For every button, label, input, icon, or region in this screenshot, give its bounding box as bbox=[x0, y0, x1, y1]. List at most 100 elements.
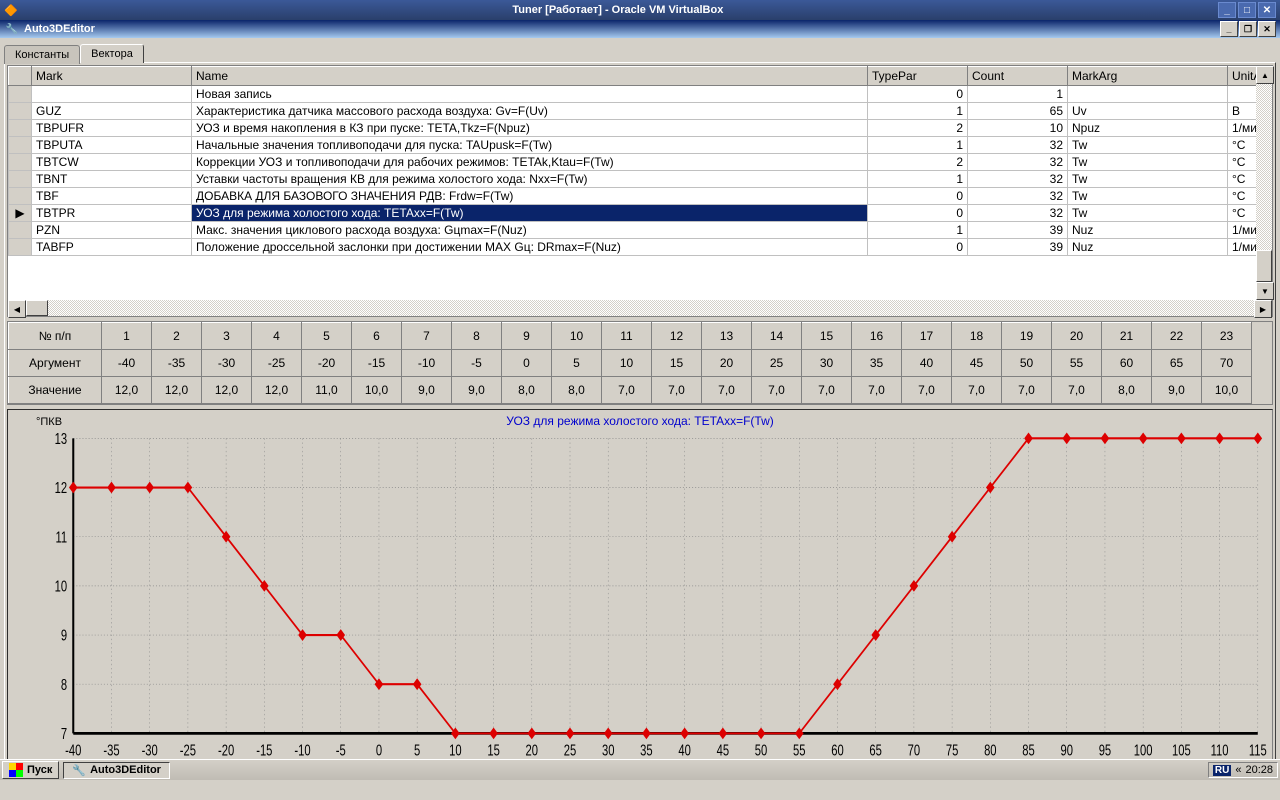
arg-cell-val[interactable]: 7,0 bbox=[952, 377, 1002, 404]
arg-cell-arg[interactable]: 65 bbox=[1152, 350, 1202, 377]
arg-cell-arg[interactable]: 45 bbox=[952, 350, 1002, 377]
arg-cell-val[interactable]: 10,0 bbox=[352, 377, 402, 404]
table-row[interactable]: PZN Макс. значения циклового расхода воз… bbox=[9, 222, 1272, 239]
arg-cell-arg[interactable]: 25 bbox=[752, 350, 802, 377]
arg-value-table[interactable]: № п/п12345678910111213141516171819202122… bbox=[7, 321, 1273, 405]
arg-cell-num[interactable]: 15 bbox=[802, 323, 852, 350]
arg-cell-num[interactable]: 23 bbox=[1202, 323, 1252, 350]
tab-vectors[interactable]: Вектора bbox=[80, 44, 144, 63]
col-name[interactable]: Name bbox=[192, 67, 868, 86]
arg-cell-num[interactable]: 11 bbox=[602, 323, 652, 350]
taskbar-app-button[interactable]: 🔧 Auto3DEditor bbox=[63, 762, 170, 779]
arg-cell-arg[interactable]: -40 bbox=[102, 350, 152, 377]
arg-cell-val[interactable]: 11,0 bbox=[302, 377, 352, 404]
table-row[interactable]: TBPUTA Начальные значения топливоподачи … bbox=[9, 137, 1272, 154]
arg-cell-arg[interactable]: 35 bbox=[852, 350, 902, 377]
arg-cell-val[interactable]: 7,0 bbox=[752, 377, 802, 404]
arg-cell-val[interactable]: 12,0 bbox=[102, 377, 152, 404]
vm-close-button[interactable]: ✕ bbox=[1258, 2, 1276, 18]
close-button[interactable]: ✕ bbox=[1258, 21, 1276, 37]
scroll-up-icon[interactable]: ▲ bbox=[1256, 66, 1274, 84]
system-tray[interactable]: RU « 20:28 bbox=[1208, 762, 1278, 778]
minimize-button[interactable]: _ bbox=[1220, 21, 1238, 37]
arg-cell-val[interactable]: 7,0 bbox=[702, 377, 752, 404]
arg-cell-num[interactable]: 18 bbox=[952, 323, 1002, 350]
arg-cell-num[interactable]: 16 bbox=[852, 323, 902, 350]
arg-cell-arg[interactable]: 70 bbox=[1202, 350, 1252, 377]
arg-cell-num[interactable]: 20 bbox=[1052, 323, 1102, 350]
col-mark[interactable]: Mark bbox=[32, 67, 192, 86]
arg-cell-arg[interactable]: 10 bbox=[602, 350, 652, 377]
maximize-button[interactable]: ❐ bbox=[1239, 21, 1257, 37]
grid[interactable]: Mark Name TypePar Count MarkArg UnitA Но… bbox=[7, 65, 1273, 317]
col-count[interactable]: Count bbox=[968, 67, 1068, 86]
vm-maximize-button[interactable]: □ bbox=[1238, 2, 1256, 18]
arg-cell-arg[interactable]: -25 bbox=[252, 350, 302, 377]
arg-cell-num[interactable]: 2 bbox=[152, 323, 202, 350]
arg-cell-arg[interactable]: 0 bbox=[502, 350, 552, 377]
arg-cell-num[interactable]: 8 bbox=[452, 323, 502, 350]
table-row[interactable]: Новая запись 0 1 bbox=[9, 86, 1272, 103]
arg-cell-val[interactable]: 10,0 bbox=[1202, 377, 1252, 404]
arg-cell-num[interactable]: 13 bbox=[702, 323, 752, 350]
vm-minimize-button[interactable]: _ bbox=[1218, 2, 1236, 18]
scroll-right-icon[interactable]: ▶ bbox=[1254, 300, 1272, 318]
arg-cell-arg[interactable]: -20 bbox=[302, 350, 352, 377]
arg-cell-arg[interactable]: 20 bbox=[702, 350, 752, 377]
table-row[interactable]: TABFP Положение дроссельной заслонки при… bbox=[9, 239, 1272, 256]
arg-cell-arg[interactable]: 5 bbox=[552, 350, 602, 377]
table-row[interactable]: ▶ TBTPR УОЗ для режима холостого хода: T… bbox=[9, 205, 1272, 222]
table-row[interactable]: TBTCW Коррекции УОЗ и топливоподачи для … bbox=[9, 154, 1272, 171]
arg-cell-arg[interactable]: 30 bbox=[802, 350, 852, 377]
arg-cell-num[interactable]: 7 bbox=[402, 323, 452, 350]
tab-constants[interactable]: Константы bbox=[4, 45, 80, 64]
arg-cell-val[interactable]: 8,0 bbox=[1102, 377, 1152, 404]
arg-cell-val[interactable]: 8,0 bbox=[502, 377, 552, 404]
arg-cell-val[interactable]: 7,0 bbox=[802, 377, 852, 404]
scroll-down-icon[interactable]: ▼ bbox=[1256, 282, 1274, 300]
arg-cell-val[interactable]: 7,0 bbox=[602, 377, 652, 404]
arg-cell-num[interactable]: 6 bbox=[352, 323, 402, 350]
arg-cell-num[interactable]: 5 bbox=[302, 323, 352, 350]
arg-cell-arg[interactable]: 15 bbox=[652, 350, 702, 377]
tray-prev-icon[interactable]: « bbox=[1235, 764, 1241, 776]
arg-cell-val[interactable]: 12,0 bbox=[202, 377, 252, 404]
arg-cell-num[interactable]: 3 bbox=[202, 323, 252, 350]
arg-cell-num[interactable]: 17 bbox=[902, 323, 952, 350]
arg-cell-arg[interactable]: -5 bbox=[452, 350, 502, 377]
table-row[interactable]: TBPUFR УОЗ и время накопления в КЗ при п… bbox=[9, 120, 1272, 137]
arg-cell-num[interactable]: 9 bbox=[502, 323, 552, 350]
arg-cell-val[interactable]: 8,0 bbox=[552, 377, 602, 404]
arg-cell-val[interactable]: 7,0 bbox=[1052, 377, 1102, 404]
arg-cell-num[interactable]: 12 bbox=[652, 323, 702, 350]
arg-cell-val[interactable]: 9,0 bbox=[452, 377, 502, 404]
table-row[interactable]: TBF ДОБАВКА ДЛЯ БАЗОВОГО ЗНАЧЕНИЯ РДВ: F… bbox=[9, 188, 1272, 205]
horizontal-scrollbar[interactable]: ◀ ▶ bbox=[8, 300, 1272, 316]
vertical-scrollbar[interactable]: ▲ ▼ bbox=[1256, 66, 1272, 300]
arg-cell-val[interactable]: 7,0 bbox=[652, 377, 702, 404]
arg-cell-arg[interactable]: -30 bbox=[202, 350, 252, 377]
arg-cell-val[interactable]: 9,0 bbox=[1152, 377, 1202, 404]
arg-cell-arg[interactable]: -10 bbox=[402, 350, 452, 377]
table-row[interactable]: TBNT Уставки частоты вращения КВ для реж… bbox=[9, 171, 1272, 188]
col-typepar[interactable]: TypePar bbox=[868, 67, 968, 86]
arg-cell-arg[interactable]: -35 bbox=[152, 350, 202, 377]
arg-cell-num[interactable]: 1 bbox=[102, 323, 152, 350]
arg-cell-num[interactable]: 19 bbox=[1002, 323, 1052, 350]
scroll-left-icon[interactable]: ◀ bbox=[8, 300, 26, 318]
arg-cell-val[interactable]: 9,0 bbox=[402, 377, 452, 404]
arg-cell-arg[interactable]: 50 bbox=[1002, 350, 1052, 377]
arg-cell-val[interactable]: 7,0 bbox=[852, 377, 902, 404]
arg-cell-arg[interactable]: 60 bbox=[1102, 350, 1152, 377]
arg-cell-num[interactable]: 22 bbox=[1152, 323, 1202, 350]
arg-cell-num[interactable]: 4 bbox=[252, 323, 302, 350]
arg-cell-val[interactable]: 12,0 bbox=[252, 377, 302, 404]
arg-cell-num[interactable]: 14 bbox=[752, 323, 802, 350]
arg-cell-val[interactable]: 7,0 bbox=[902, 377, 952, 404]
arg-cell-arg[interactable]: -15 bbox=[352, 350, 402, 377]
arg-cell-num[interactable]: 21 bbox=[1102, 323, 1152, 350]
arg-cell-val[interactable]: 12,0 bbox=[152, 377, 202, 404]
table-row[interactable]: GUZ Характеристика датчика массового рас… bbox=[9, 103, 1272, 120]
start-button[interactable]: Пуск bbox=[2, 761, 59, 779]
arg-cell-num[interactable]: 10 bbox=[552, 323, 602, 350]
